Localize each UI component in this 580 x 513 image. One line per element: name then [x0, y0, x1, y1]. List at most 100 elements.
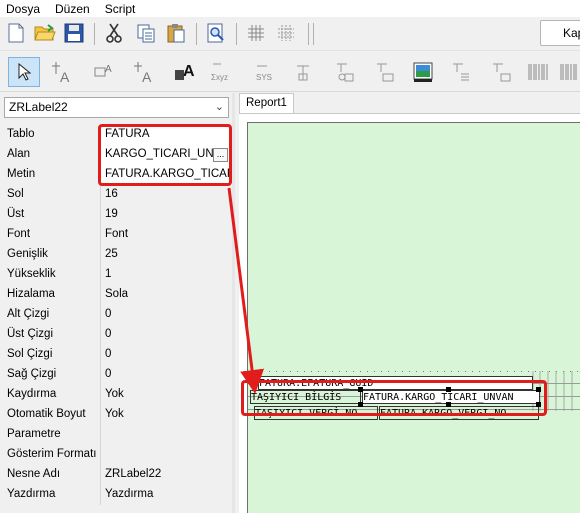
report-designer: Report1 T FATURA.EFATURA_GUID TAŞIYICI B… [235, 93, 580, 513]
property-row-hizalama[interactable]: Hizalama Sola [0, 285, 232, 305]
report-page[interactable]: T FATURA.EFATURA_GUID TAŞIYICI BİLGİS FA… [247, 122, 580, 513]
main-toolbar: Kapa [0, 17, 580, 51]
expression-icon[interactable]: Σxyz [208, 58, 238, 86]
image-tool-icon[interactable] [408, 58, 438, 86]
property-value[interactable]: 0 [101, 305, 232, 325]
property-name: Alt Çizgi [0, 305, 101, 325]
property-row-sag-cizgi[interactable]: Sağ Çizgi 0 [0, 365, 232, 385]
toolbar-separator [313, 23, 314, 45]
property-value[interactable]: Yazdırma [101, 485, 232, 505]
property-value[interactable]: ZRLabel22 [101, 465, 232, 485]
close-button[interactable]: Kapa [540, 20, 580, 46]
open-folder-icon[interactable] [32, 21, 58, 45]
sys-data-icon[interactable]: SYS [250, 58, 280, 86]
svg-text:A: A [105, 64, 112, 75]
property-name: Sol [0, 185, 101, 205]
property-name: Sol Çizgi [0, 345, 101, 365]
toolbar-separator [236, 23, 237, 45]
property-value[interactable]: Yok [101, 385, 232, 405]
property-name: Hizalama [0, 285, 101, 305]
property-name: Gösterim Formatı [0, 445, 101, 465]
property-value[interactable]: Font [101, 225, 232, 245]
property-value[interactable]: 1 [101, 265, 232, 285]
cut-icon[interactable] [102, 21, 126, 45]
property-value[interactable]: 16 [101, 185, 232, 205]
property-name: Otomatik Boyut [0, 405, 101, 425]
property-row-kaydirma[interactable]: Kaydırma Yok [0, 385, 232, 405]
svg-text:A: A [142, 69, 152, 84]
bold-label-icon[interactable]: A [170, 58, 200, 86]
copy-icon[interactable] [134, 21, 158, 45]
menu-dosya[interactable]: Dosya [6, 2, 40, 16]
db-label-icon[interactable]: A [90, 58, 120, 86]
property-row-font[interactable]: Font Font [0, 225, 232, 245]
property-name: Yükseklik [0, 265, 101, 285]
object-selector-combo[interactable]: ZRLabel22 ⌄ [4, 97, 229, 118]
object-selector-value: ZRLabel22 [9, 100, 68, 114]
property-value[interactable] [101, 425, 232, 445]
grid-icon[interactable] [244, 21, 268, 45]
property-name: Yazdırma [0, 485, 101, 505]
toolbar-separator [308, 23, 309, 45]
toolbar-separator [94, 23, 95, 45]
property-name: Nesne Adı [0, 465, 101, 485]
property-name: Sağ Çizgi [0, 365, 101, 385]
property-row-otomatik-boyut[interactable]: Otomatik Boyut Yok [0, 405, 232, 425]
property-row-alt-cizgi[interactable]: Alt Çizgi 0 [0, 305, 232, 325]
property-row-ust-cizgi[interactable]: Üst Çizgi 0 [0, 325, 232, 345]
new-document-icon[interactable] [4, 21, 28, 45]
property-name: Üst [0, 205, 101, 225]
property-row-yukseklik[interactable]: Yükseklik 1 [0, 265, 232, 285]
barcode-icon[interactable] [526, 58, 550, 86]
highlight-box [241, 380, 547, 416]
property-row-nesne-adi[interactable]: Nesne Adı ZRLabel22 [0, 465, 232, 485]
property-name: Kaydırma [0, 385, 101, 405]
property-row-gosterim-formati[interactable]: Gösterim Formatı [0, 445, 232, 465]
highlight-box [98, 124, 232, 186]
menu-script[interactable]: Script [105, 2, 136, 16]
menu-bar: Dosya Düzen Script [0, 0, 580, 17]
align-grid-icon[interactable] [274, 21, 298, 45]
preview-icon[interactable] [204, 21, 228, 45]
svg-text:Σxyz: Σxyz [211, 73, 228, 82]
property-value[interactable]: 25 [101, 245, 232, 265]
property-name: Alan [0, 145, 101, 165]
svg-text:A: A [60, 69, 70, 84]
shape-icon[interactable] [290, 58, 320, 86]
property-value[interactable]: 0 [101, 345, 232, 365]
menu-duzen[interactable]: Düzen [55, 2, 90, 16]
property-value[interactable]: 0 [101, 365, 232, 385]
property-row-ust[interactable]: Üst 19 [0, 205, 232, 225]
property-value[interactable] [101, 445, 232, 465]
save-icon[interactable] [62, 21, 86, 45]
property-value[interactable]: 19 [101, 205, 232, 225]
label-tool-icon[interactable]: A [48, 58, 78, 86]
property-row-sol[interactable]: Sol 16 [0, 185, 232, 205]
property-row-genislik[interactable]: Genişlik 25 [0, 245, 232, 265]
property-value[interactable]: 0 [101, 325, 232, 345]
property-name: Tablo [0, 125, 101, 145]
svg-text:SYS: SYS [256, 73, 272, 82]
property-name: Üst Çizgi [0, 325, 101, 345]
db-barcode-icon[interactable] [558, 58, 580, 86]
db-image-icon[interactable] [330, 58, 360, 86]
rich-label-icon[interactable]: A [130, 58, 160, 86]
component-palette: A A A A Σxyz SYS [0, 52, 580, 92]
rich-text-icon[interactable] [446, 58, 476, 86]
paste-icon[interactable] [164, 21, 188, 45]
property-name: Font [0, 225, 101, 245]
object-inspector: ZRLabel22 ⌄ Tablo FATURA Alan KARGO_TICARI… [0, 93, 232, 513]
toolbar-separator [196, 23, 197, 45]
property-row-sol-cizgi[interactable]: Sol Çizgi 0 [0, 345, 232, 365]
report-canvas: T FATURA.EFATURA_GUID TAŞIYICI BİLGİS FA… [239, 113, 580, 513]
select-pointer-icon[interactable] [8, 57, 40, 87]
tab-report1[interactable]: Report1 [239, 93, 294, 113]
property-row-parametre[interactable]: Parametre [0, 425, 232, 445]
property-value[interactable]: Yok [101, 405, 232, 425]
memo-icon[interactable] [370, 58, 400, 86]
property-row-yazdirma[interactable]: Yazdırma Yazdırma [0, 485, 232, 505]
db-rich-text-icon[interactable] [486, 58, 516, 86]
chevron-down-icon[interactable]: ⌄ [215, 98, 224, 117]
property-name: Parametre [0, 425, 101, 445]
property-value[interactable]: Sola [101, 285, 232, 305]
